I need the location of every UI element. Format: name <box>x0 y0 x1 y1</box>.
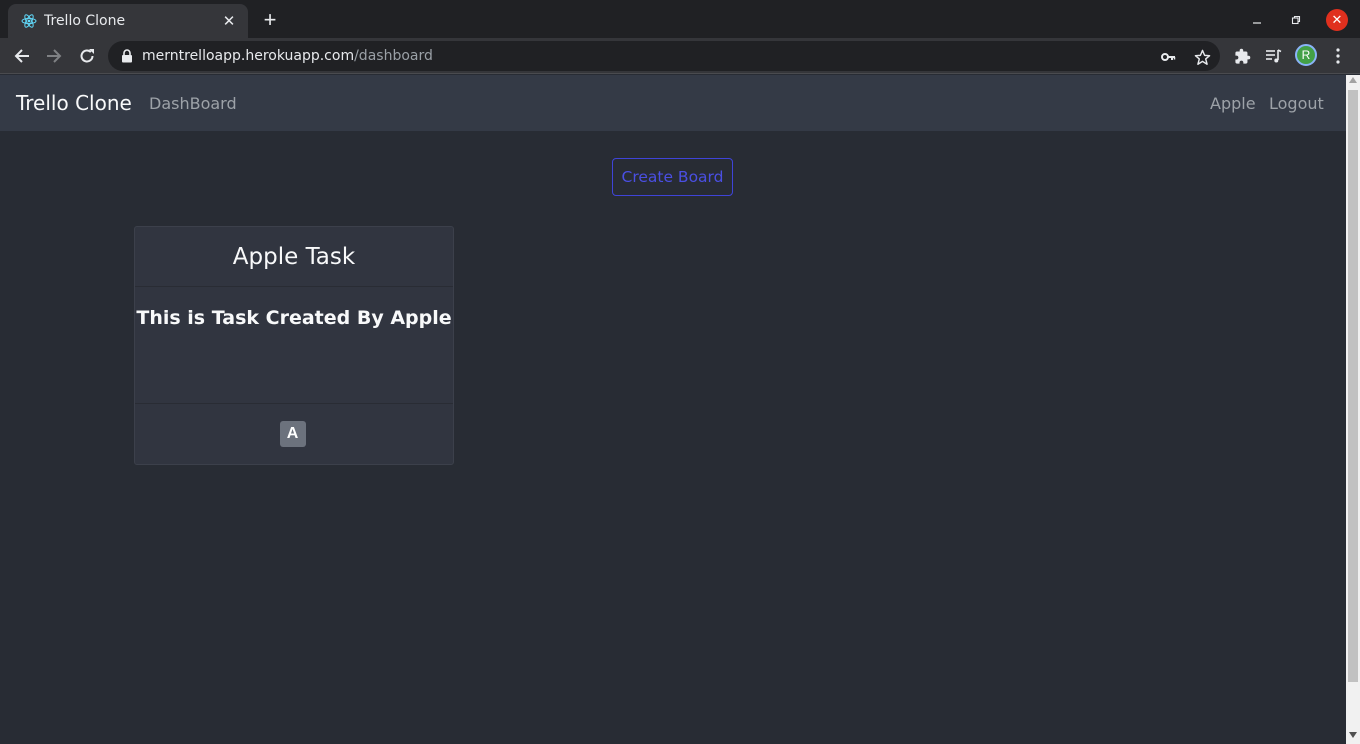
url-host: merntrelloapp.herokuapp.com <box>142 48 355 64</box>
tab-close-icon[interactable]: ✕ <box>220 12 238 30</box>
board-footer: A <box>135 404 453 464</box>
react-icon <box>20 12 38 30</box>
reload-icon[interactable] <box>75 44 99 68</box>
address-bar[interactable]: merntrelloapp.herokuapp.com/dashboard <box>108 41 1220 71</box>
page-scrollbar[interactable] <box>1346 75 1360 744</box>
browser-tab[interactable]: Trello Clone ✕ <box>8 4 248 38</box>
scrollbar-thumb[interactable] <box>1348 90 1358 682</box>
browser-toolbar: merntrelloapp.herokuapp.com/dashboard R <box>0 38 1360 74</box>
browser-titlebar: Trello Clone ✕ + ✕ <box>0 0 1360 38</box>
create-board-button[interactable]: Create Board <box>612 158 733 196</box>
nav-dashboard-link[interactable]: DashBoard <box>149 94 237 113</box>
url-path: /dashboard <box>354 48 433 64</box>
nav-logout-link[interactable]: Logout <box>1269 94 1324 113</box>
extensions-puzzle-icon[interactable] <box>1232 46 1252 66</box>
minimize-icon[interactable] <box>1246 9 1268 31</box>
board-description: This is Task Created By Apple <box>135 287 453 404</box>
new-tab-icon[interactable]: + <box>258 9 282 33</box>
kebab-menu-icon[interactable] <box>1328 46 1348 66</box>
member-avatar: A <box>279 421 306 447</box>
tab-title: Trello Clone <box>44 13 126 29</box>
bookmark-star-icon[interactable] <box>1193 48 1211 66</box>
back-arrow-icon[interactable] <box>10 44 34 68</box>
page-content: Trello Clone DashBoard Apple Logout Crea… <box>0 75 1346 744</box>
lock-icon[interactable] <box>120 49 134 63</box>
board-title: Apple Task <box>135 227 453 287</box>
app-navbar: Trello Clone DashBoard Apple Logout <box>0 75 1346 131</box>
profile-avatar[interactable]: R <box>1295 44 1317 66</box>
scroll-down-arrow-icon[interactable] <box>1346 732 1360 742</box>
forward-arrow-icon[interactable] <box>42 44 66 68</box>
media-control-icon[interactable] <box>1263 46 1283 66</box>
window-close-icon[interactable]: ✕ <box>1326 9 1348 31</box>
nav-user-link[interactable]: Apple <box>1210 94 1256 113</box>
board-card[interactable]: Apple Task This is Task Created By Apple… <box>134 226 454 465</box>
brand-logo[interactable]: Trello Clone <box>16 91 132 115</box>
restore-icon[interactable] <box>1285 9 1307 31</box>
scroll-up-arrow-icon[interactable] <box>1346 77 1360 87</box>
key-icon[interactable] <box>1159 48 1177 66</box>
